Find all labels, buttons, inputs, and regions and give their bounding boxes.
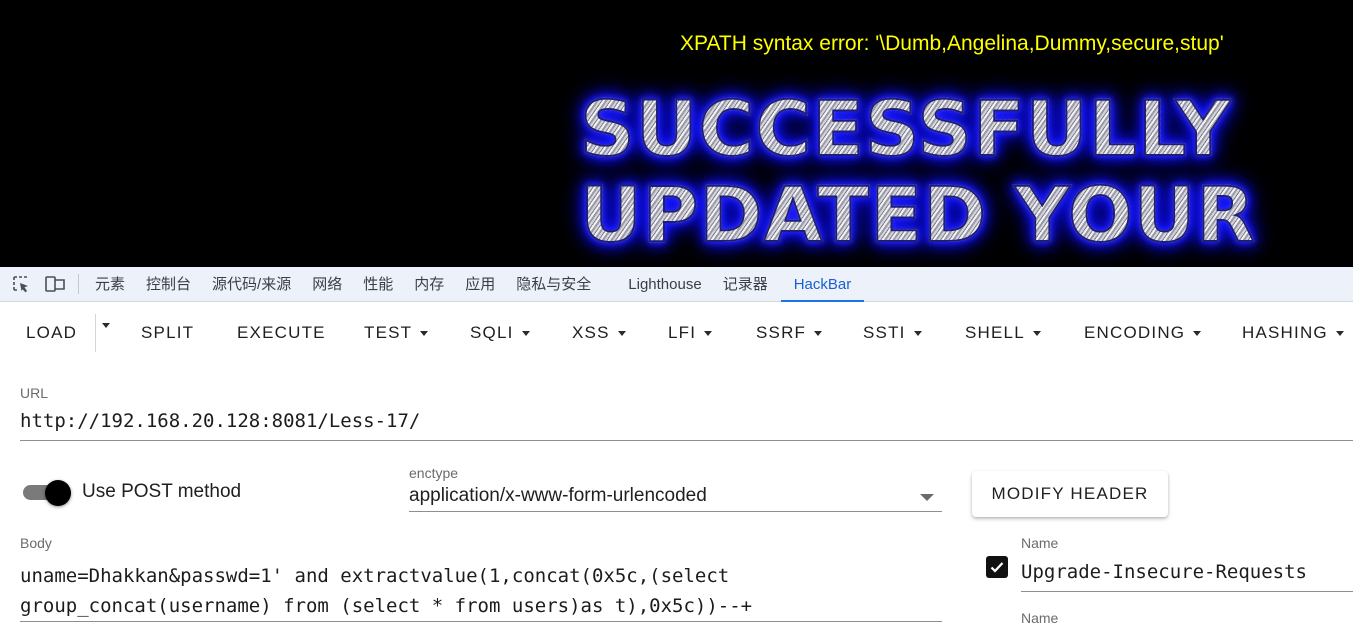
load-label: LOAD <box>26 323 78 342</box>
execute-button[interactable]: EXECUTE <box>237 323 326 343</box>
tab-memory[interactable]: 内存 <box>414 267 444 302</box>
tab-elements[interactable]: 元素 <box>95 267 125 302</box>
checkmark-icon <box>990 562 1004 573</box>
xpath-error-message: XPATH syntax error: '\Dumb,Angelina,Dumm… <box>680 32 1224 55</box>
success-banner-line-1: SUCCESSFULLY <box>579 83 1232 174</box>
post-method-label: Use POST method <box>82 481 242 502</box>
tab-privacy-security[interactable]: 隐私与安全 <box>516 267 591 302</box>
sqli-menu-button[interactable]: SQLI <box>470 323 530 343</box>
caret-down-icon <box>1335 330 1344 336</box>
load-options-button[interactable] <box>95 323 117 328</box>
tab-sources[interactable]: 源代码/来源 <box>212 267 291 302</box>
ssti-label: SSTI <box>863 323 906 342</box>
caret-down-icon <box>913 330 922 336</box>
success-banner-line-2: UPDATED YOUR <box>579 169 1256 260</box>
toggle-knob <box>45 480 71 506</box>
tab-hackbar[interactable]: HackBar <box>780 267 865 302</box>
caret-down-icon <box>1193 330 1202 336</box>
post-method-toggle[interactable] <box>23 479 71 506</box>
device-toolbar-icon[interactable] <box>44 273 66 295</box>
split-label: SPLIT <box>141 323 195 342</box>
body-underline <box>20 621 942 622</box>
caret-down-icon <box>102 323 110 328</box>
toolbar-divider <box>78 274 79 294</box>
header-name-input[interactable]: Upgrade-Insecure-Requests <box>1021 561 1307 583</box>
test-menu-button[interactable]: TEST <box>364 323 429 343</box>
shell-label: SHELL <box>965 323 1025 342</box>
hashing-menu-button[interactable]: HASHING <box>1242 323 1344 343</box>
lfi-menu-button[interactable]: LFI <box>668 323 713 343</box>
enctype-label: enctype <box>409 465 459 481</box>
load-button[interactable]: LOAD <box>26 323 77 343</box>
header-enabled-checkbox[interactable] <box>986 556 1008 578</box>
caret-down-icon <box>521 330 530 336</box>
test-label: TEST <box>364 323 413 342</box>
caret-down-icon <box>420 330 429 336</box>
caret-down-icon <box>704 330 713 336</box>
xss-label: XSS <box>572 323 610 342</box>
execute-label: EXECUTE <box>237 323 326 342</box>
load-divider <box>95 314 96 352</box>
dropdown-arrow-icon[interactable] <box>920 494 934 501</box>
caret-down-icon <box>814 330 823 336</box>
xss-menu-button[interactable]: XSS <box>572 323 626 343</box>
encoding-menu-button[interactable]: ENCODING <box>1084 323 1202 343</box>
lfi-label: LFI <box>668 323 697 342</box>
enctype-underline <box>409 511 942 512</box>
url-label: URL <box>20 385 49 401</box>
split-button[interactable]: SPLIT <box>141 323 194 343</box>
page-viewport: XPATH syntax error: '\Dumb,Angelina,Dumm… <box>0 0 1353 267</box>
ssti-menu-button[interactable]: SSTI <box>863 323 922 343</box>
ssrf-label: SSRF <box>756 323 807 342</box>
tab-recorder[interactable]: 记录器 <box>723 267 768 302</box>
url-input[interactable]: http://192.168.20.128:8081/Less-17/ <box>20 410 420 432</box>
url-underline <box>20 440 1353 441</box>
header-name-label-2: Name <box>1021 610 1059 624</box>
modify-header-button[interactable]: MODIFY HEADER <box>972 471 1168 517</box>
caret-down-icon <box>1032 330 1041 336</box>
tab-lighthouse[interactable]: Lighthouse <box>628 267 701 302</box>
enctype-select[interactable]: application/x-www-form-urlencoded <box>409 485 707 507</box>
tab-application[interactable]: 应用 <box>465 267 495 302</box>
hackbar-toolbar: LOAD SPLIT EXECUTE TEST SQLI XSS LFI SSR… <box>0 302 1353 364</box>
header-name-label: Name <box>1021 535 1059 551</box>
hashing-label: HASHING <box>1242 323 1328 342</box>
tab-network[interactable]: 网络 <box>312 267 342 302</box>
body-textarea[interactable]: uname=Dhakkan&passwd=1' and extractvalue… <box>20 561 940 621</box>
header-name-underline <box>1021 591 1353 592</box>
inspect-element-icon[interactable] <box>10 273 32 295</box>
body-label: Body <box>20 535 52 551</box>
tab-performance[interactable]: 性能 <box>363 267 393 302</box>
tab-console[interactable]: 控制台 <box>146 267 191 302</box>
ssrf-menu-button[interactable]: SSRF <box>756 323 823 343</box>
encoding-label: ENCODING <box>1084 323 1186 342</box>
devtools-tab-bar: 元素 控制台 源代码/来源 网络 性能 内存 应用 隐私与安全 Lighthou… <box>0 267 1353 302</box>
caret-down-icon <box>617 330 626 336</box>
sqli-label: SQLI <box>470 323 514 342</box>
shell-menu-button[interactable]: SHELL <box>965 323 1041 343</box>
